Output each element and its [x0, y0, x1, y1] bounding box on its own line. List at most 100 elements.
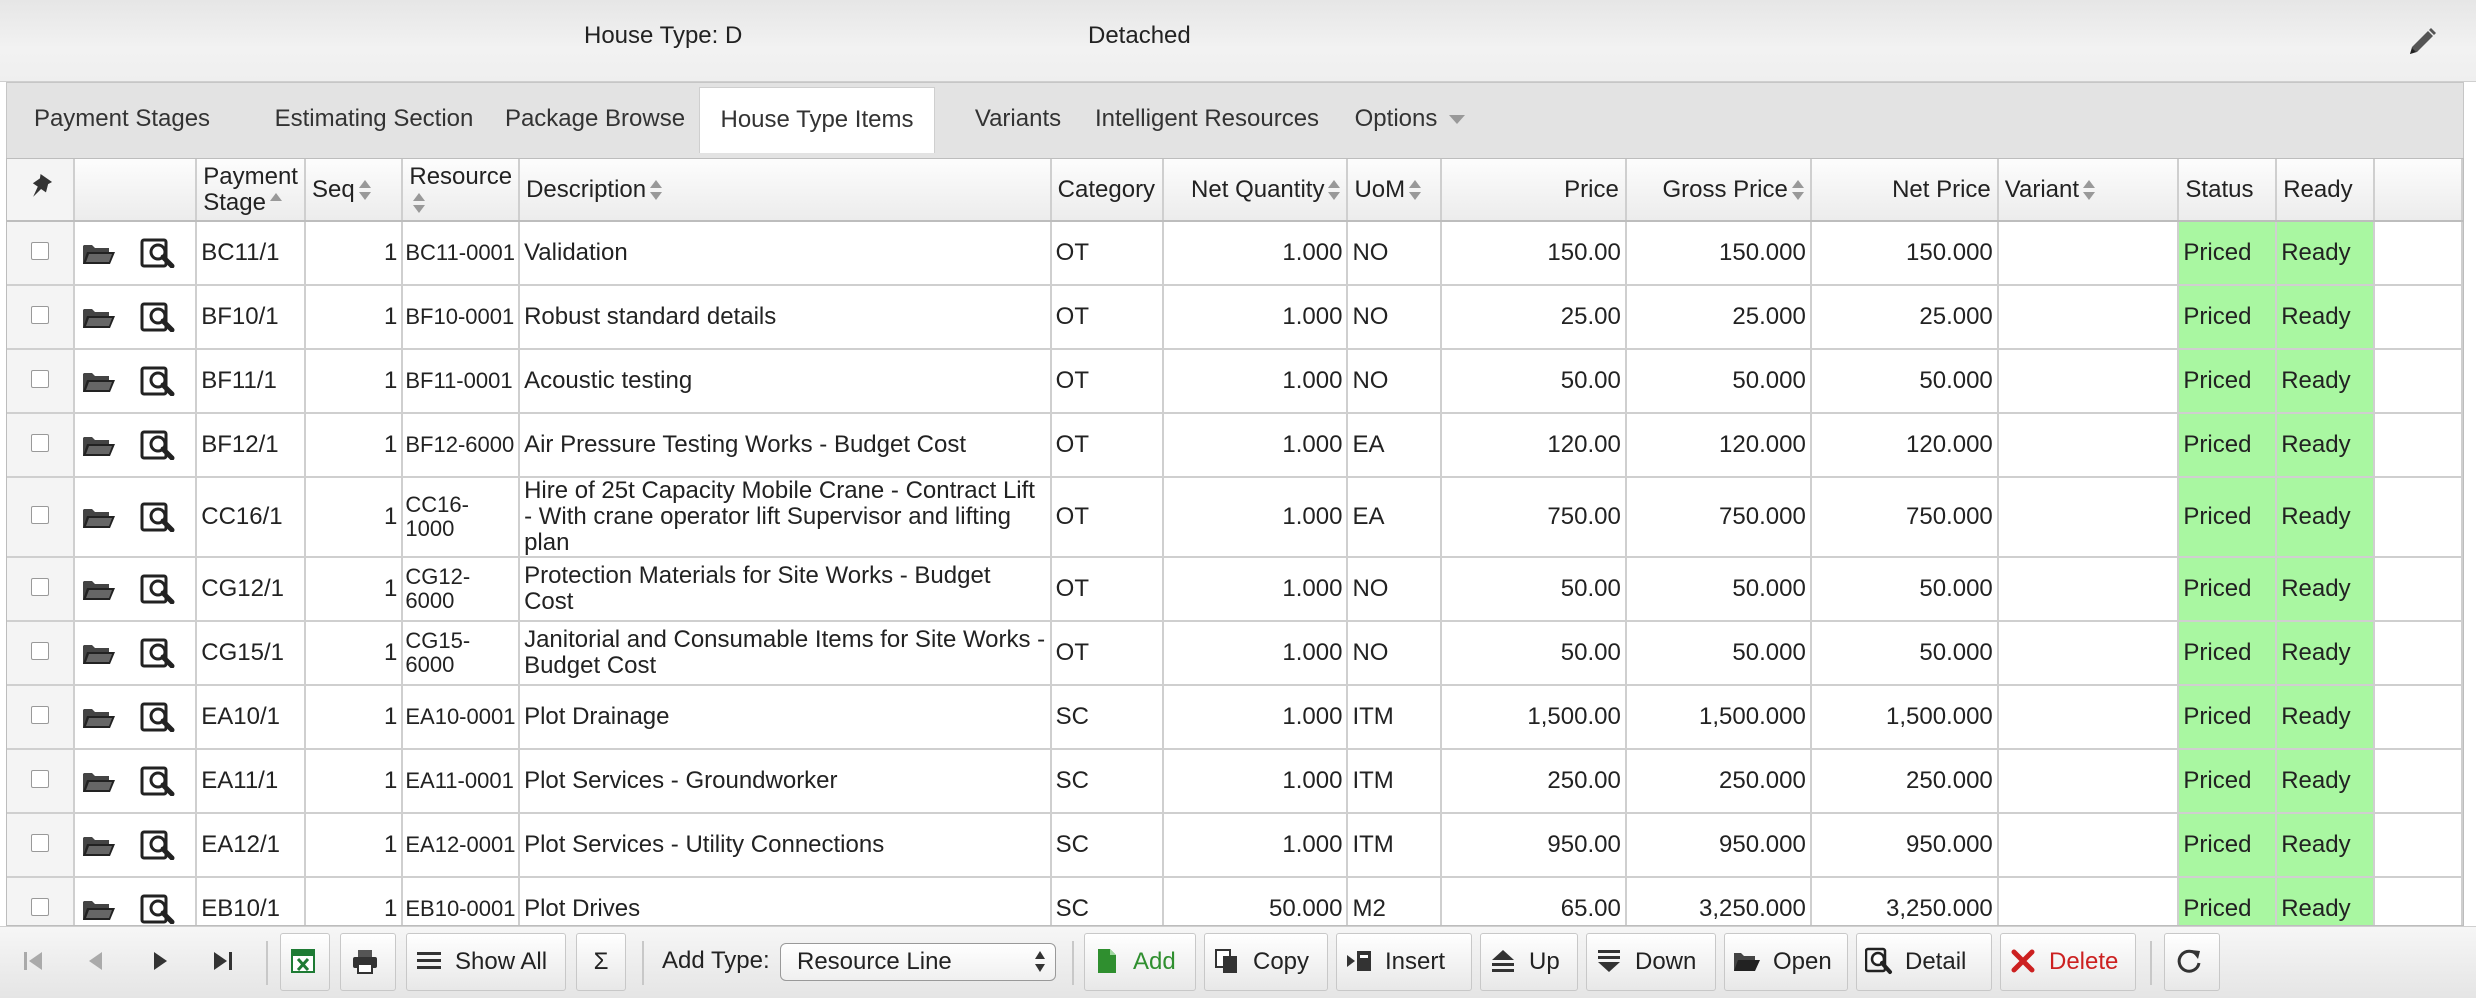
first-page-icon[interactable] [14, 941, 54, 981]
table-row[interactable]: CG15/1 1 CG15-6000 Janitorial and Consum… [7, 621, 2463, 686]
totals-sigma-button[interactable]: Σ [576, 933, 626, 991]
variant-cell [1997, 349, 2180, 414]
column-header-category[interactable]: Category [1050, 159, 1164, 222]
detail-magnifier-icon[interactable] [140, 830, 176, 860]
next-page-icon[interactable] [140, 941, 180, 981]
net-quantity-cell: 1.000 [1162, 813, 1349, 878]
detail-magnifier-icon[interactable] [140, 502, 176, 532]
column-header-variant[interactable]: Variant [1997, 159, 2180, 222]
open-folder-icon[interactable] [81, 430, 117, 460]
column-header-gross-price[interactable]: Gross Price [1625, 159, 1812, 222]
row-select-cell[interactable] [7, 621, 76, 686]
house-type-label: House Type: D [584, 22, 743, 49]
column-header-status[interactable]: Status [2178, 159, 2278, 222]
open-folder-icon[interactable] [81, 830, 117, 860]
open-folder-icon[interactable] [81, 702, 117, 732]
detail-magnifier-icon[interactable] [140, 430, 176, 460]
row-select-cell[interactable] [7, 413, 76, 478]
column-header-ready[interactable]: Ready [2276, 159, 2375, 222]
edit-pencil-icon[interactable] [2404, 24, 2440, 60]
detail-magnifier-icon[interactable] [140, 238, 176, 268]
detail-magnifier-icon[interactable] [140, 366, 176, 396]
detail-magnifier-icon[interactable] [140, 894, 176, 924]
open-button[interactable]: Open [1724, 933, 1848, 991]
open-folder-icon[interactable] [81, 894, 117, 924]
column-header-uom[interactable]: UoM [1347, 159, 1443, 222]
row-select-cell[interactable] [7, 685, 76, 750]
column-header-description[interactable]: Description [519, 159, 1052, 222]
tab-package-browse[interactable]: Package Browse [493, 87, 697, 151]
show-all-button[interactable]: Show All [406, 933, 566, 991]
sort-icon [413, 192, 426, 214]
insert-button[interactable]: Insert [1336, 933, 1472, 991]
row-checkbox[interactable] [31, 242, 50, 260]
row-select-cell[interactable] [7, 477, 76, 558]
open-folder-icon[interactable] [81, 574, 117, 604]
table-row[interactable]: EA12/1 1 EA12-0001 Plot Services - Utili… [7, 813, 2463, 878]
tab-estimating-section[interactable]: Estimating Section [251, 87, 497, 151]
open-folder-icon[interactable] [81, 366, 117, 396]
table-row[interactable]: EA10/1 1 EA10-0001 Plot Drainage SC 1.00… [7, 685, 2463, 750]
detail-button[interactable]: Detail [1856, 933, 1992, 991]
tab-house-type-items[interactable]: House Type Items [699, 87, 935, 153]
open-folder-icon[interactable] [81, 766, 117, 796]
table-row[interactable]: EA11/1 1 EA11-0001 Plot Services - Groun… [7, 749, 2463, 814]
table-row[interactable]: CC16/1 1 CC16-1000 Hire of 25t Capacity … [7, 477, 2463, 558]
row-checkbox[interactable] [31, 578, 50, 596]
open-folder-icon[interactable] [81, 638, 117, 668]
table-row[interactable]: CG12/1 1 CG12-6000 Protection Materials … [7, 557, 2463, 622]
row-select-cell[interactable] [7, 221, 76, 286]
pin-column-header[interactable] [7, 159, 76, 222]
open-folder-icon[interactable] [81, 302, 117, 332]
refresh-button[interactable] [2164, 933, 2220, 991]
row-checkbox[interactable] [31, 370, 50, 388]
column-header-seq[interactable]: Seq [304, 159, 404, 222]
row-select-cell[interactable] [7, 349, 76, 414]
tab-payment-stages[interactable]: Payment Stages [31, 87, 213, 151]
export-excel-button[interactable] [280, 933, 330, 991]
seq-cell: 1 [304, 285, 404, 350]
detail-magnifier-icon[interactable] [140, 702, 176, 732]
open-folder-icon[interactable] [81, 502, 117, 532]
column-header-net-price[interactable]: Net Price [1810, 159, 1999, 222]
row-checkbox[interactable] [31, 506, 50, 524]
move-down-button[interactable]: Down [1586, 933, 1716, 991]
add-button[interactable]: Add [1084, 933, 1196, 991]
row-checkbox[interactable] [31, 834, 50, 852]
column-header-price[interactable]: Price [1441, 159, 1627, 222]
detail-magnifier-icon[interactable] [140, 766, 176, 796]
column-header-net-quantity[interactable]: Net Quantity [1162, 159, 1349, 222]
row-checkbox[interactable] [31, 706, 50, 724]
column-header-payment-stage[interactable]: Payment Stage [196, 159, 306, 222]
row-checkbox[interactable] [31, 642, 50, 660]
copy-button[interactable]: Copy [1204, 933, 1328, 991]
tab-options[interactable]: Options [1339, 87, 1481, 151]
last-page-icon[interactable] [202, 941, 242, 981]
table-row[interactable]: BC11/1 1 BC11-0001 Validation OT 1.000 N… [7, 221, 2463, 286]
row-checkbox[interactable] [31, 306, 50, 324]
table-row[interactable]: BF12/1 1 BF12-6000 Air Pressure Testing … [7, 413, 2463, 478]
detail-magnifier-icon[interactable] [140, 574, 176, 604]
detail-magnifier-icon[interactable] [140, 638, 176, 668]
add-type-select[interactable]: Resource Line [780, 943, 1056, 981]
column-header-resource[interactable]: Resource [402, 159, 521, 222]
delete-button[interactable]: Delete [2000, 933, 2136, 991]
row-select-cell[interactable] [7, 749, 76, 814]
row-select-cell[interactable] [7, 557, 76, 622]
detail-magnifier-icon[interactable] [140, 302, 176, 332]
row-select-cell[interactable] [7, 813, 76, 878]
table-row[interactable]: EB10/1 1 EB10-0001 Plot Drives SC 50.000… [7, 877, 2463, 925]
tab-variants[interactable]: Variants [951, 87, 1085, 151]
open-folder-icon[interactable] [81, 238, 117, 268]
table-row[interactable]: BF10/1 1 BF10-0001 Robust standard detai… [7, 285, 2463, 350]
move-up-button[interactable]: Up [1480, 933, 1578, 991]
row-checkbox[interactable] [31, 770, 50, 788]
table-row[interactable]: BF11/1 1 BF11-0001 Acoustic testing OT 1… [7, 349, 2463, 414]
previous-page-icon[interactable] [76, 941, 116, 981]
row-select-cell[interactable] [7, 285, 76, 350]
row-checkbox[interactable] [31, 434, 50, 452]
print-button[interactable] [340, 933, 396, 991]
row-checkbox[interactable] [31, 898, 50, 916]
tab-intelligent-resources[interactable]: Intelligent Resources [1081, 87, 1333, 151]
row-select-cell[interactable] [7, 877, 76, 925]
